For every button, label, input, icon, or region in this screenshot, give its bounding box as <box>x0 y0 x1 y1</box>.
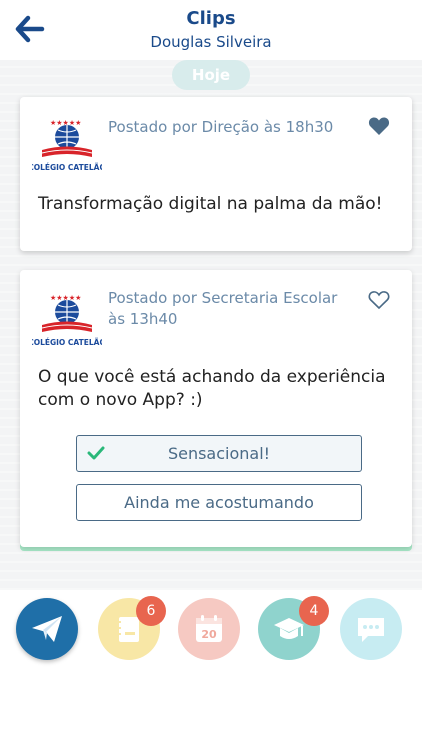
svg-text:COLÉGIO CATELÃO: COLÉGIO CATELÃO <box>32 163 102 172</box>
post-meta: Postado por Direção às 18h30 <box>108 118 334 136</box>
poll-option-sensacional[interactable]: Sensacional! <box>76 435 362 472</box>
poll-option-label: Ainda me acostumando <box>124 493 314 512</box>
page-title: Clips <box>186 8 236 29</box>
chat-icon <box>358 618 384 642</box>
post-card: ★★★★★ COLÉGIO CATELÃO Postado por Secret… <box>20 270 412 547</box>
post-text: Transformação digital na palma da mão! <box>38 194 383 214</box>
bottom-nav: 20 6 4 <box>0 590 422 750</box>
nav-send-button[interactable] <box>16 598 78 660</box>
post-card: ★★★★★ COLÉGIO CATELÃO Postado por Direçã… <box>20 97 412 251</box>
heart-outline-icon <box>368 291 390 310</box>
nav-chat-button[interactable] <box>340 598 402 660</box>
heart-filled-icon <box>368 117 390 135</box>
send-icon <box>32 616 62 642</box>
page-subtitle: Douglas Silveira <box>150 33 272 51</box>
feed[interactable]: Hoje ★★★★★ COLÉGIO CATELÃO Postado por D… <box>0 60 422 590</box>
notebook-badge: 6 <box>136 596 166 626</box>
school-logo: ★★★★★ COLÉGIO CATELÃO <box>28 117 106 175</box>
poll-option-acostumando[interactable]: Ainda me acostumando <box>76 484 362 521</box>
graduation-badge: 4 <box>299 596 329 626</box>
like-button[interactable] <box>368 290 390 310</box>
svg-text:COLÉGIO CATELÃO: COLÉGIO CATELÃO <box>32 338 102 347</box>
post-text: O que você está achando da experiência c… <box>38 367 386 410</box>
like-button[interactable] <box>368 116 390 136</box>
calendar-icon: 20 <box>196 615 222 642</box>
check-icon <box>87 446 105 460</box>
svg-text:20: 20 <box>201 628 217 641</box>
header: Clips Douglas Silveira <box>0 0 422 60</box>
school-logo: ★★★★★ COLÉGIO CATELÃO <box>28 292 106 350</box>
post-meta: Postado por Secretaria Escolar às 13h40 <box>108 289 338 328</box>
poll-option-label: Sensacional! <box>167 444 271 463</box>
nav-calendar-button[interactable]: 20 <box>178 598 240 660</box>
date-separator: Hoje <box>172 60 250 90</box>
